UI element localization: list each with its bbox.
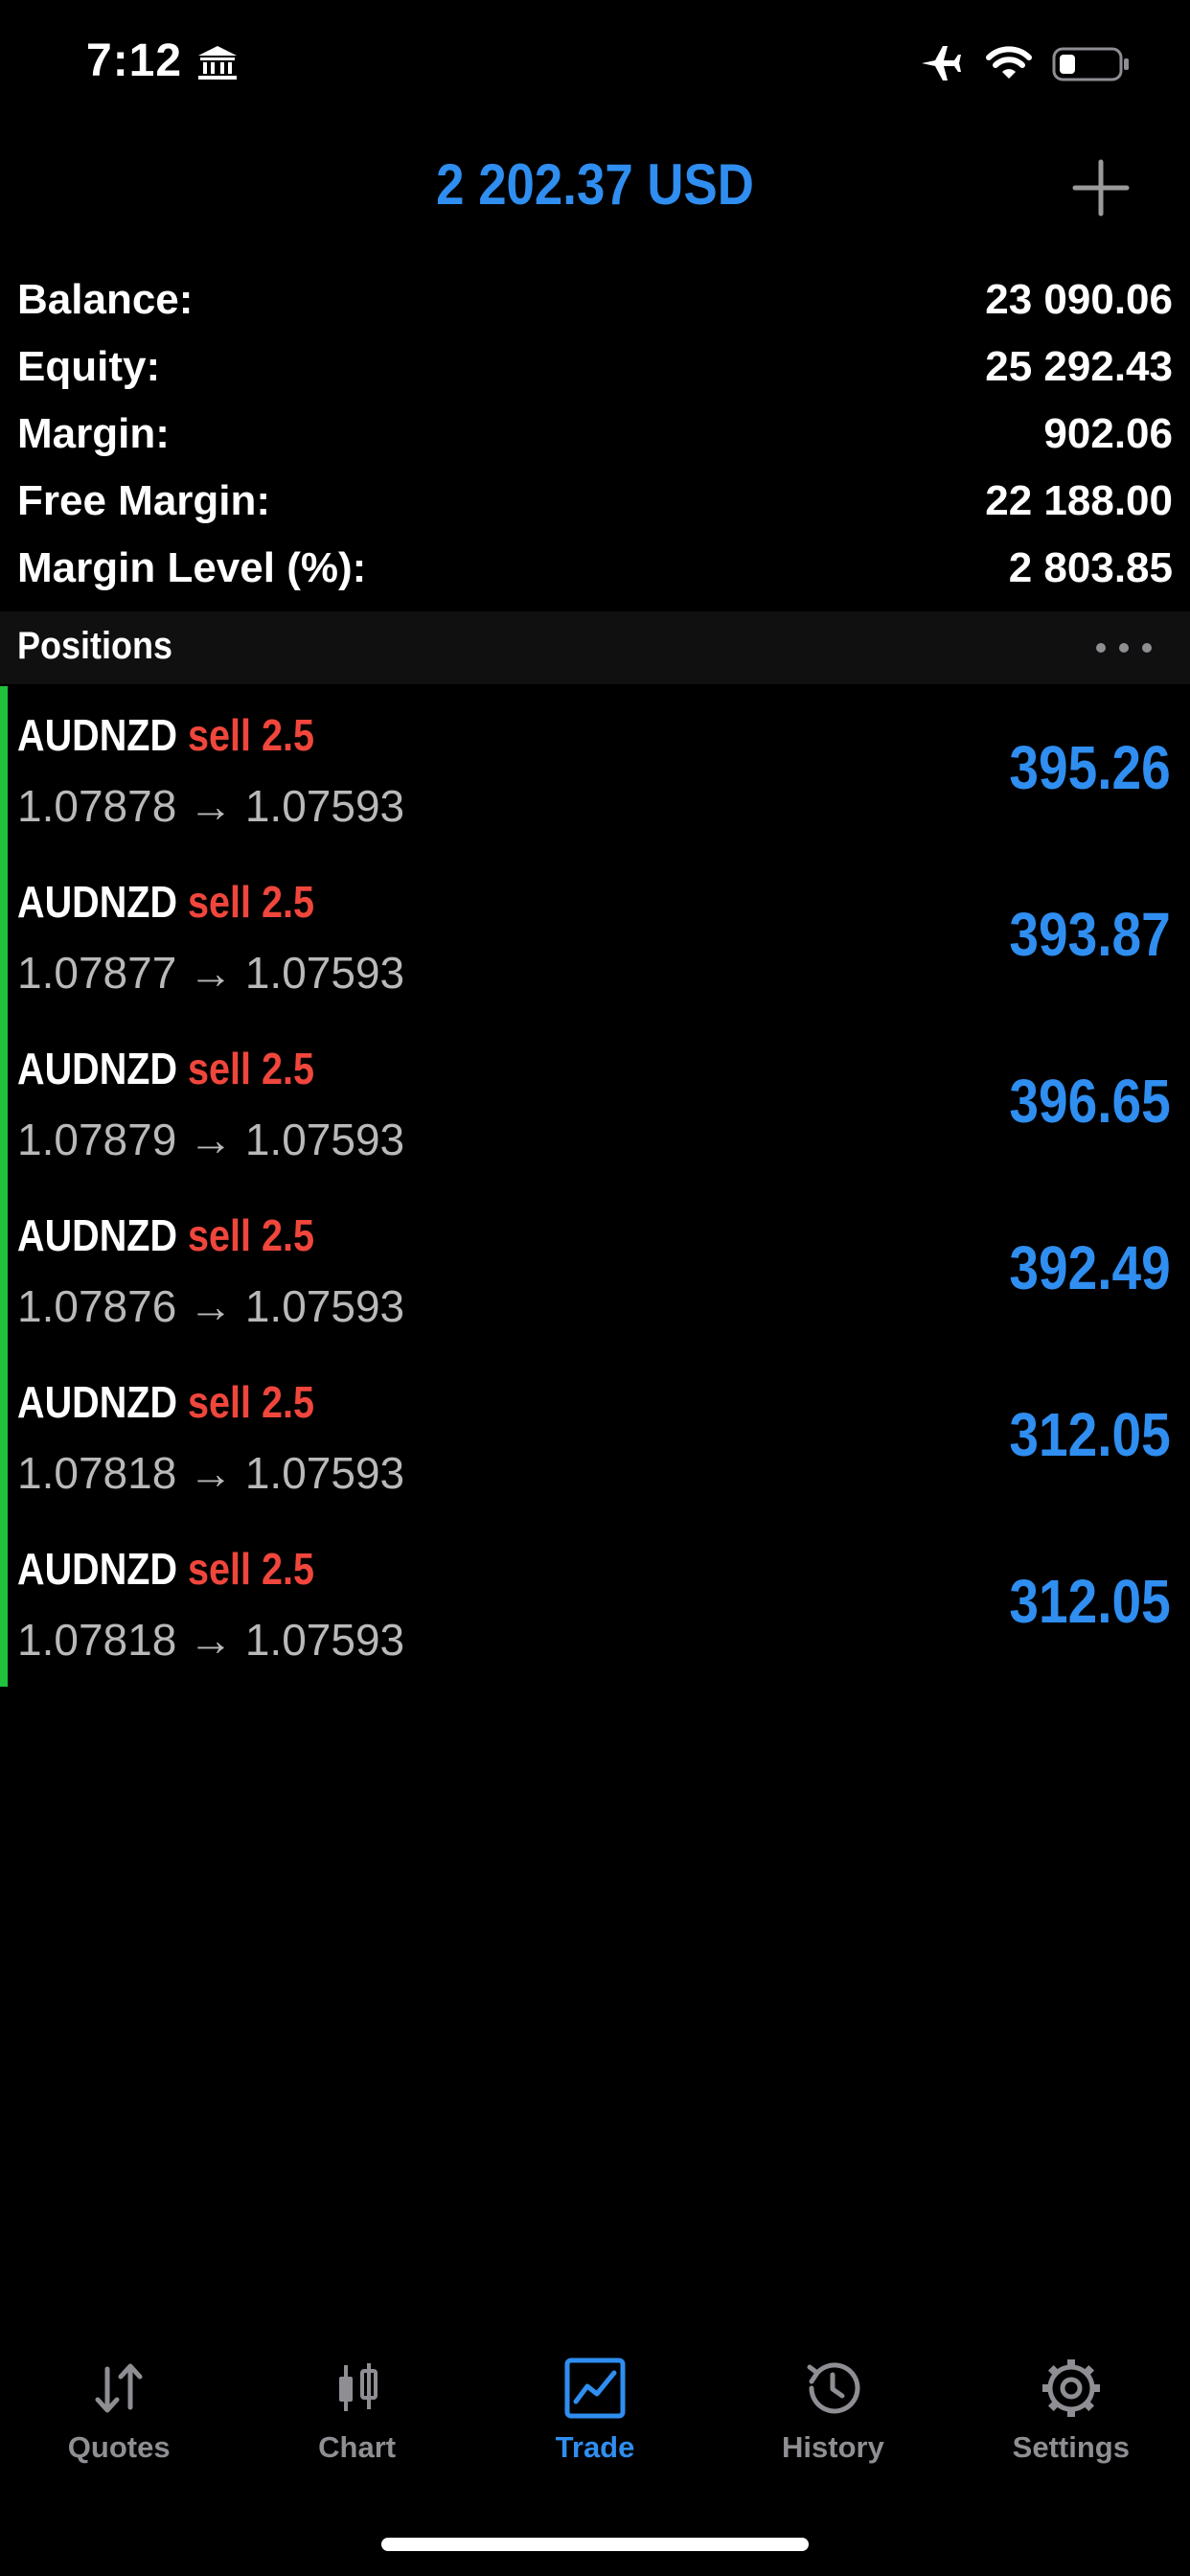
- position-row[interactable]: AUDNZD sell 2.5 1.07877 → 1.07593 393.87: [0, 853, 1190, 1020]
- position-profit: 395.26: [1009, 733, 1171, 802]
- summary-value: 2 803.85: [1008, 544, 1173, 591]
- tab-bar: Quotes Chart Trade History Settings: [0, 2338, 1190, 2492]
- summary-value: 902.06: [1043, 410, 1173, 457]
- history-clock-icon: [807, 2362, 860, 2414]
- ellipsis-icon[interactable]: [1092, 631, 1156, 665]
- summary-row-margin-level: Margin Level (%): 2 803.85: [17, 535, 1173, 602]
- airplane-icon: [922, 46, 961, 80]
- position-side: sell 2.5: [188, 1544, 314, 1594]
- tab-history[interactable]: History: [714, 2338, 951, 2492]
- summary-label: Margin Level (%):: [17, 544, 367, 591]
- status-time: 7:12: [86, 35, 183, 86]
- summary-row-margin: Margin: 902.06: [17, 401, 1173, 468]
- positions-title: Positions: [17, 625, 173, 667]
- tab-label: Chart: [318, 2430, 397, 2464]
- tab-quotes[interactable]: Quotes: [0, 2338, 238, 2492]
- summary-label: Margin:: [17, 410, 170, 457]
- positions-header: Positions: [0, 611, 1190, 684]
- tab-label: Trade: [555, 2430, 635, 2464]
- position-title: AUDNZD sell 2.5: [17, 1209, 314, 1261]
- trade-chart-icon: [564, 2358, 626, 2419]
- position-side: sell 2.5: [188, 1210, 314, 1260]
- tab-label: Settings: [1012, 2430, 1130, 2464]
- tab-chart[interactable]: Chart: [238, 2338, 475, 2492]
- summary-label: Free Margin:: [17, 477, 271, 524]
- position-prices: 1.07878 → 1.07593: [17, 781, 405, 831]
- position-row[interactable]: AUDNZD sell 2.5 1.07878 → 1.07593 395.26: [0, 686, 1190, 853]
- position-title: AUDNZD sell 2.5: [17, 1043, 314, 1094]
- position-title: AUDNZD sell 2.5: [17, 1376, 314, 1428]
- tab-trade[interactable]: Trade: [476, 2338, 714, 2492]
- tab-label: Quotes: [67, 2430, 171, 2464]
- position-row[interactable]: AUDNZD sell 2.5 1.07876 → 1.07593 392.49: [0, 1186, 1190, 1353]
- position-row[interactable]: AUDNZD sell 2.5 1.07818 → 1.07593 312.05: [0, 1353, 1190, 1520]
- position-prices: 1.07876 → 1.07593: [17, 1281, 405, 1331]
- candlestick-icon: [338, 2363, 378, 2411]
- tab-label: History: [782, 2430, 884, 2464]
- home-indicator[interactable]: [381, 2538, 809, 2551]
- position-symbol: AUDNZD: [17, 710, 178, 760]
- summary-value: 22 188.00: [985, 477, 1173, 524]
- position-profit: 393.87: [1009, 900, 1171, 969]
- position-row[interactable]: AUDNZD sell 2.5 1.07879 → 1.07593 396.65: [0, 1020, 1190, 1186]
- summary-row-equity: Equity: 25 292.43: [17, 334, 1173, 401]
- position-profit: 312.05: [1009, 1567, 1171, 1636]
- position-row[interactable]: AUDNZD sell 2.5 1.07818 → 1.07593 312.05: [0, 1520, 1190, 1687]
- position-profit: 396.65: [1009, 1067, 1171, 1136]
- positions-list: AUDNZD sell 2.5 1.07878 → 1.07593 395.26…: [0, 686, 1190, 1687]
- position-side: sell 2.5: [188, 877, 314, 927]
- position-side: sell 2.5: [188, 1377, 314, 1427]
- position-symbol: AUDNZD: [17, 1544, 178, 1594]
- quotes-arrows-icon: [95, 2363, 143, 2413]
- tab-settings[interactable]: Settings: [952, 2338, 1190, 2492]
- position-prices: 1.07818 → 1.07593: [17, 1448, 405, 1498]
- summary-value: 23 090.06: [985, 276, 1173, 323]
- summary-row-balance: Balance: 23 090.06: [17, 266, 1173, 334]
- summary-label: Equity:: [17, 343, 161, 390]
- bank-icon: [198, 46, 237, 80]
- position-prices: 1.07877 → 1.07593: [17, 948, 405, 998]
- summary-value: 25 292.43: [985, 343, 1173, 390]
- summary-label: Balance:: [17, 276, 194, 323]
- position-symbol: AUDNZD: [17, 1210, 178, 1260]
- position-side: sell 2.5: [188, 1044, 314, 1093]
- summary-row-free-margin: Free Margin: 22 188.00: [17, 468, 1173, 535]
- position-title: AUDNZD sell 2.5: [17, 876, 314, 928]
- position-title: AUDNZD sell 2.5: [17, 709, 314, 761]
- position-title: AUDNZD sell 2.5: [17, 1543, 314, 1595]
- battery-icon: [1052, 47, 1129, 81]
- position-prices: 1.07818 → 1.07593: [17, 1615, 405, 1665]
- position-prices: 1.07879 → 1.07593: [17, 1115, 405, 1164]
- position-side: sell 2.5: [188, 710, 314, 760]
- gear-icon: [1041, 2359, 1100, 2417]
- position-profit: 312.05: [1009, 1400, 1171, 1469]
- position-symbol: AUDNZD: [17, 877, 178, 927]
- status-bar: 7:12: [0, 0, 1190, 125]
- plus-icon[interactable]: [1071, 158, 1131, 218]
- wifi-icon: [986, 46, 1032, 79]
- position-symbol: AUDNZD: [17, 1044, 178, 1093]
- account-profit-total: 2 202.37 USD: [436, 152, 754, 217]
- position-symbol: AUDNZD: [17, 1377, 178, 1427]
- account-summary: Balance: 23 090.06 Equity: 25 292.43 Mar…: [17, 266, 1173, 602]
- position-profit: 392.49: [1009, 1233, 1171, 1302]
